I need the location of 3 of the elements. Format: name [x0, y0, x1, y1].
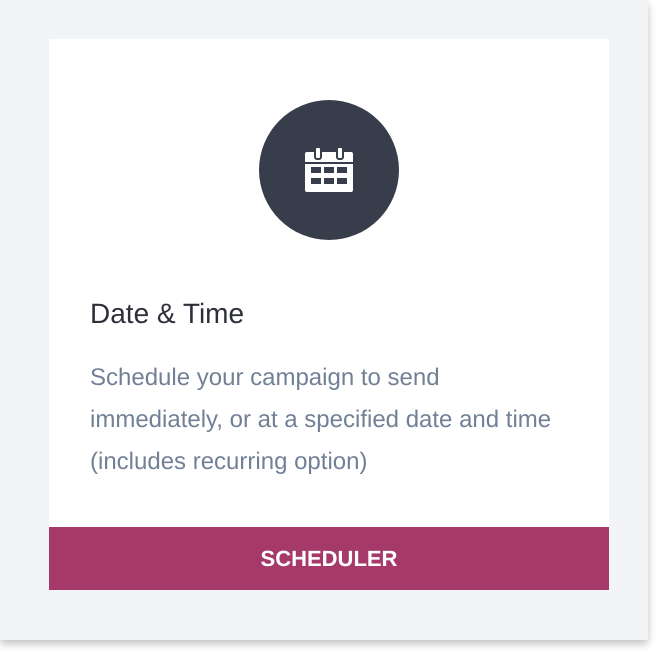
card-description: Schedule your campaign to send immediately, or at a specified date and time (includes recurring option) [90, 363, 552, 477]
scheduler-button[interactable]: SCHEDULER [49, 527, 609, 590]
card-title: Date & Time [90, 297, 246, 331]
